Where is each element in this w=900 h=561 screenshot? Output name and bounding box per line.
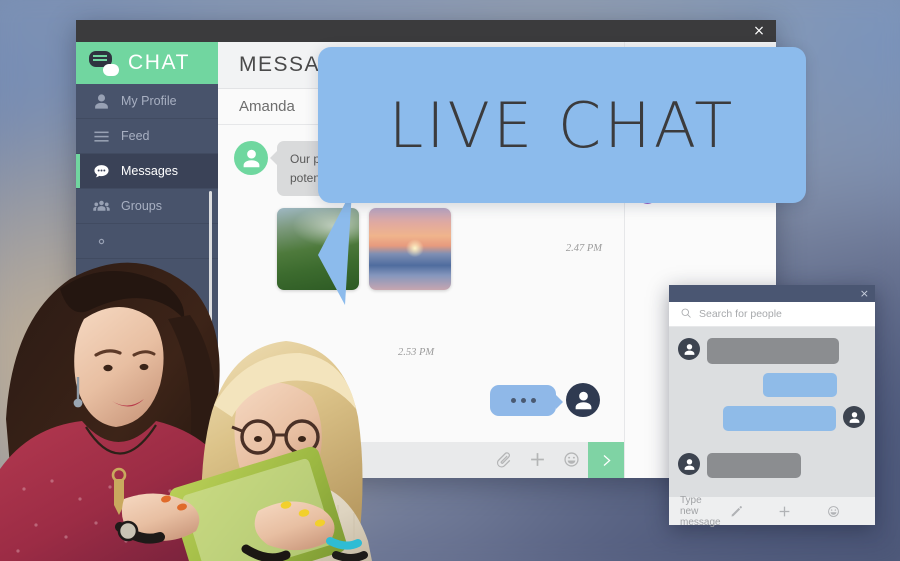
chevron-right-icon xyxy=(603,454,611,466)
typing-indicator xyxy=(490,383,600,417)
person-icon xyxy=(93,93,110,110)
mini-message-row xyxy=(678,406,865,431)
paperclip-icon[interactable] xyxy=(486,451,520,469)
sidebar-item-groups[interactable]: Groups xyxy=(76,189,218,224)
scrollbar[interactable] xyxy=(209,191,212,351)
main-window-titlebar: × xyxy=(76,20,776,42)
sidebar-item-feed[interactable]: Feed xyxy=(76,119,218,154)
message-timestamp: 2.47 PM xyxy=(565,243,602,254)
green-hills-photo[interactable] xyxy=(277,208,359,291)
message-composer xyxy=(218,442,624,478)
avatar xyxy=(843,406,865,428)
mini-message-thread[interactable] xyxy=(669,327,875,496)
chat-bubbles-icon xyxy=(89,50,119,76)
hamburger-icon xyxy=(93,128,110,145)
close-icon[interactable]: × xyxy=(860,285,869,302)
sidebar-item-my-profile[interactable]: My Profile xyxy=(76,84,218,119)
sidebar-item-label: Feed xyxy=(121,129,150,143)
message-attachments[interactable] xyxy=(277,208,606,291)
close-icon[interactable]: × xyxy=(751,23,767,39)
mini-message-bubble xyxy=(707,338,839,364)
sidebar-item-settings[interactable] xyxy=(76,224,218,259)
typing-bubble xyxy=(490,384,563,416)
mini-message-bubble xyxy=(723,406,836,431)
message-timestamp: 2.53 PM xyxy=(398,347,435,358)
gear-icon xyxy=(93,233,110,250)
emoji-icon[interactable] xyxy=(554,451,588,469)
avatar xyxy=(678,453,700,475)
mini-message-row xyxy=(678,373,865,397)
send-button[interactable] xyxy=(588,442,624,478)
sidebar-item-label: Groups xyxy=(121,199,162,213)
mini-message-bubble xyxy=(707,453,801,478)
group-icon xyxy=(93,198,110,215)
conversation-contact-name: Amanda xyxy=(239,98,295,115)
app-brand: CHAT xyxy=(76,42,218,84)
sunset-sea-photo[interactable] xyxy=(369,208,451,291)
mini-chat-window: × Search for people Type new message xyxy=(669,285,875,528)
live-chat-banner: LIVE CHAT xyxy=(318,47,806,203)
avatar xyxy=(234,141,268,175)
chat-bubble-icon xyxy=(93,163,110,180)
sidebar: CHAT My Profile Feed Messages Groups xyxy=(76,42,218,478)
search-placeholder: Search for people xyxy=(699,308,782,320)
avatar xyxy=(678,338,700,360)
pencil-icon[interactable] xyxy=(730,505,769,518)
mini-window-titlebar: × xyxy=(669,285,875,302)
live-chat-banner-label: LIVE CHAT xyxy=(388,88,736,162)
sidebar-item-label: My Profile xyxy=(121,94,177,108)
avatar xyxy=(566,383,600,417)
mini-message-row xyxy=(678,453,865,478)
sidebar-item-messages[interactable]: Messages xyxy=(76,154,218,189)
search-input[interactable]: Search for people xyxy=(669,302,875,327)
mini-message-row xyxy=(678,338,865,364)
plus-icon[interactable] xyxy=(520,451,554,469)
emoji-icon[interactable] xyxy=(827,505,866,518)
app-brand-label: CHAT xyxy=(128,51,191,74)
mini-message-bubble xyxy=(763,373,837,397)
plus-icon[interactable] xyxy=(778,505,817,518)
search-icon xyxy=(680,307,692,322)
mini-message-composer[interactable]: Type new message xyxy=(669,494,875,528)
sidebar-item-label: Messages xyxy=(121,164,178,178)
mini-composer-placeholder: Type new message xyxy=(680,494,721,528)
